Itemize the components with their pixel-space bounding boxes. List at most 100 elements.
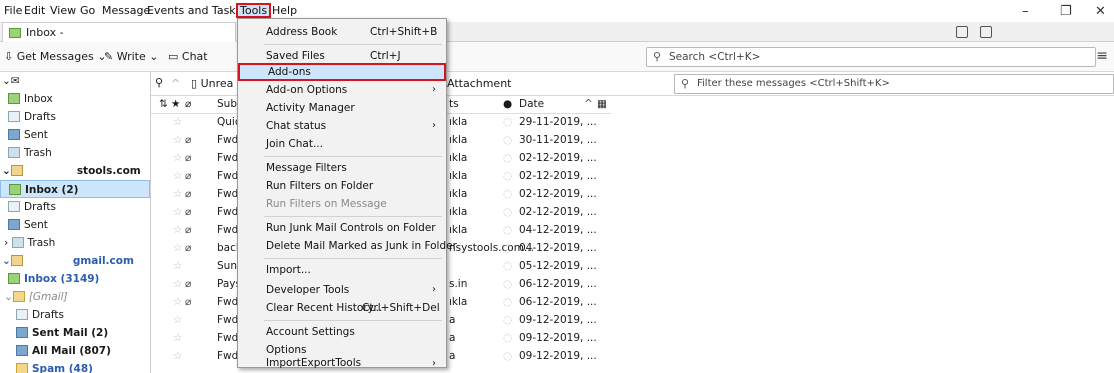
collapse-icon[interactable]: ⌄: [2, 165, 11, 177]
menu-item-run-junk-controls[interactable]: Run Junk Mail Controls on Folder: [238, 219, 446, 237]
folder-spam[interactable]: Spam (48): [0, 360, 150, 373]
junk-status-icon[interactable]: ◌: [503, 224, 512, 236]
star-icon[interactable]: ☆: [173, 134, 182, 146]
folder-sent-mail[interactable]: Sent Mail (2): [0, 324, 150, 342]
star-icon[interactable]: ☆: [173, 260, 182, 272]
folder-drafts[interactable]: Drafts: [0, 198, 150, 216]
junk-status-icon[interactable]: ◌: [503, 314, 512, 326]
star-icon[interactable]: ☆: [173, 332, 182, 344]
menu-item-address-book[interactable]: Address Book Ctrl+Shift+B: [238, 23, 446, 41]
menu-message[interactable]: Message: [102, 4, 150, 17]
star-icon[interactable]: ☆: [173, 278, 182, 290]
junk-status-icon[interactable]: ◌: [503, 134, 512, 146]
account-local-row[interactable]: ⌄✉: [2, 72, 152, 90]
star-icon[interactable]: ☆: [173, 206, 182, 218]
star-icon[interactable]: ☆: [173, 224, 182, 236]
minimize-icon[interactable]: –: [1022, 4, 1029, 19]
folder-trash[interactable]: Trash: [0, 144, 150, 162]
menu-view[interactable]: View: [50, 4, 76, 17]
menu-tools[interactable]: Tools: [236, 3, 272, 18]
expand-icon[interactable]: ›: [4, 237, 12, 249]
star-icon[interactable]: ☆: [173, 170, 182, 182]
maximize-icon[interactable]: ❐: [1060, 4, 1072, 19]
write-button[interactable]: ✎ Write ⌄: [104, 50, 158, 63]
star-icon[interactable]: ☆: [173, 188, 182, 200]
star-icon[interactable]: ☆: [173, 314, 182, 326]
menu-item-delete-junk[interactable]: Delete Mail Marked as Junk in Folder: [238, 237, 457, 255]
star-column-icon[interactable]: ★: [171, 98, 180, 110]
menu-events-and-tasks[interactable]: Events and Tasks: [147, 4, 241, 17]
get-messages-button[interactable]: ⇩ Get Messages ⌄: [4, 50, 106, 63]
collapse-icon[interactable]: ⌄: [2, 75, 11, 87]
junk-status-icon[interactable]: ◌: [503, 152, 512, 164]
sticky-pin-icon[interactable]: ⚲: [155, 76, 163, 89]
junk-status-icon[interactable]: ◌: [503, 170, 512, 182]
chevron-down-icon[interactable]: ⌄: [149, 50, 158, 63]
menu-go[interactable]: Go: [80, 4, 95, 17]
correspondents-column[interactable]: ts: [449, 98, 459, 110]
junk-status-icon[interactable]: ◌: [503, 278, 512, 290]
folder-trash[interactable]: › Trash: [0, 234, 150, 252]
star-icon[interactable]: ☆: [173, 242, 182, 254]
app-menu-icon[interactable]: ≡: [1096, 48, 1108, 64]
junk-status-icon[interactable]: ◌: [503, 260, 512, 272]
menu-item-clear-history[interactable]: Clear Recent History... Ctrl+Shift+Del: [238, 299, 446, 317]
folder-sent[interactable]: Sent: [0, 216, 150, 234]
filter-messages-input[interactable]: ⚲ Filter these messages <Ctrl+Shift+K>: [674, 74, 1114, 94]
star-icon[interactable]: ☆: [173, 296, 182, 308]
folder-sent[interactable]: Sent: [0, 126, 150, 144]
submenu-arrow-icon: ›: [432, 120, 436, 131]
junk-column-icon[interactable]: ●: [503, 98, 512, 110]
collapse-icon[interactable]: ⌄: [2, 255, 11, 267]
date-column[interactable]: Date: [519, 98, 544, 110]
menu-help[interactable]: Help: [272, 4, 297, 17]
scroll-up-icon[interactable]: ^: [171, 77, 180, 90]
folder-gmail[interactable]: ⌄ [Gmail]: [0, 288, 150, 306]
junk-status-icon[interactable]: ◌: [503, 350, 512, 362]
menu-item-import[interactable]: Import...: [238, 261, 446, 279]
folder-all-mail[interactable]: All Mail (807): [0, 342, 150, 360]
folder-inbox[interactable]: Inbox: [0, 90, 150, 108]
close-icon[interactable]: ✕: [1095, 4, 1106, 19]
star-icon[interactable]: ☆: [173, 350, 182, 362]
menu-item-run-filters-folder[interactable]: Run Filters on Folder: [238, 177, 446, 195]
calendar-icon[interactable]: [956, 26, 968, 38]
menu-edit[interactable]: Edit: [24, 4, 45, 17]
menu-item-add-ons[interactable]: Add-ons: [238, 63, 446, 81]
junk-status-icon[interactable]: ◌: [503, 296, 512, 308]
account-row-stools[interactable]: ⌄ stools.com: [0, 162, 150, 180]
tasks-icon[interactable]: [980, 26, 992, 38]
folder-drafts[interactable]: Drafts: [0, 108, 150, 126]
junk-status-icon[interactable]: ◌: [503, 242, 512, 254]
account-row-gmail[interactable]: ⌄ gmail.com: [0, 252, 150, 270]
menu-item-run-filters-message[interactable]: Run Filters on Message: [238, 195, 446, 213]
column-picker-icon[interactable]: ▦: [597, 98, 607, 110]
menu-item-message-filters[interactable]: Message Filters: [238, 159, 446, 177]
junk-status-icon[interactable]: ◌: [503, 116, 512, 128]
attachment-column-icon[interactable]: ⌀: [185, 98, 191, 110]
menu-item-add-on-options[interactable]: Add-on Options ›: [238, 81, 446, 99]
chat-button[interactable]: ▭ Chat: [168, 50, 208, 63]
star-icon[interactable]: ☆: [173, 152, 182, 164]
junk-status-icon[interactable]: ◌: [503, 332, 512, 344]
folder-inbox-gmail[interactable]: Inbox (3149): [0, 270, 150, 288]
search-input[interactable]: ⚲ Search <Ctrl+K>: [646, 47, 1096, 67]
menu-file[interactable]: File: [4, 4, 22, 17]
folder-inbox-selected[interactable]: Inbox (2): [0, 180, 150, 198]
star-icon[interactable]: ☆: [173, 116, 182, 128]
attachment-icon: ⌀: [185, 206, 192, 218]
menu-item-activity-manager[interactable]: Activity Manager: [238, 99, 446, 117]
menu-item-developer-tools[interactable]: Developer Tools ›: [238, 281, 446, 299]
menu-item-importexporttools[interactable]: ImportExportTools ›: [238, 358, 446, 369]
attachment-filter-button[interactable]: Attachment: [447, 77, 512, 90]
unread-filter-button[interactable]: ▯ Unrea: [191, 77, 233, 90]
junk-status-icon[interactable]: ◌: [503, 188, 512, 200]
menu-item-join-chat[interactable]: Join Chat...: [238, 135, 446, 153]
folder-drafts[interactable]: Drafts: [0, 306, 150, 324]
thread-column-icon[interactable]: ⇅: [159, 98, 168, 110]
collapse-icon[interactable]: ⌄: [4, 291, 13, 303]
menu-item-chat-status[interactable]: Chat status ›: [238, 117, 446, 135]
menu-item-account-settings[interactable]: Account Settings: [238, 323, 446, 341]
tab-inbox[interactable]: Inbox -: [2, 22, 236, 42]
junk-status-icon[interactable]: ◌: [503, 206, 512, 218]
